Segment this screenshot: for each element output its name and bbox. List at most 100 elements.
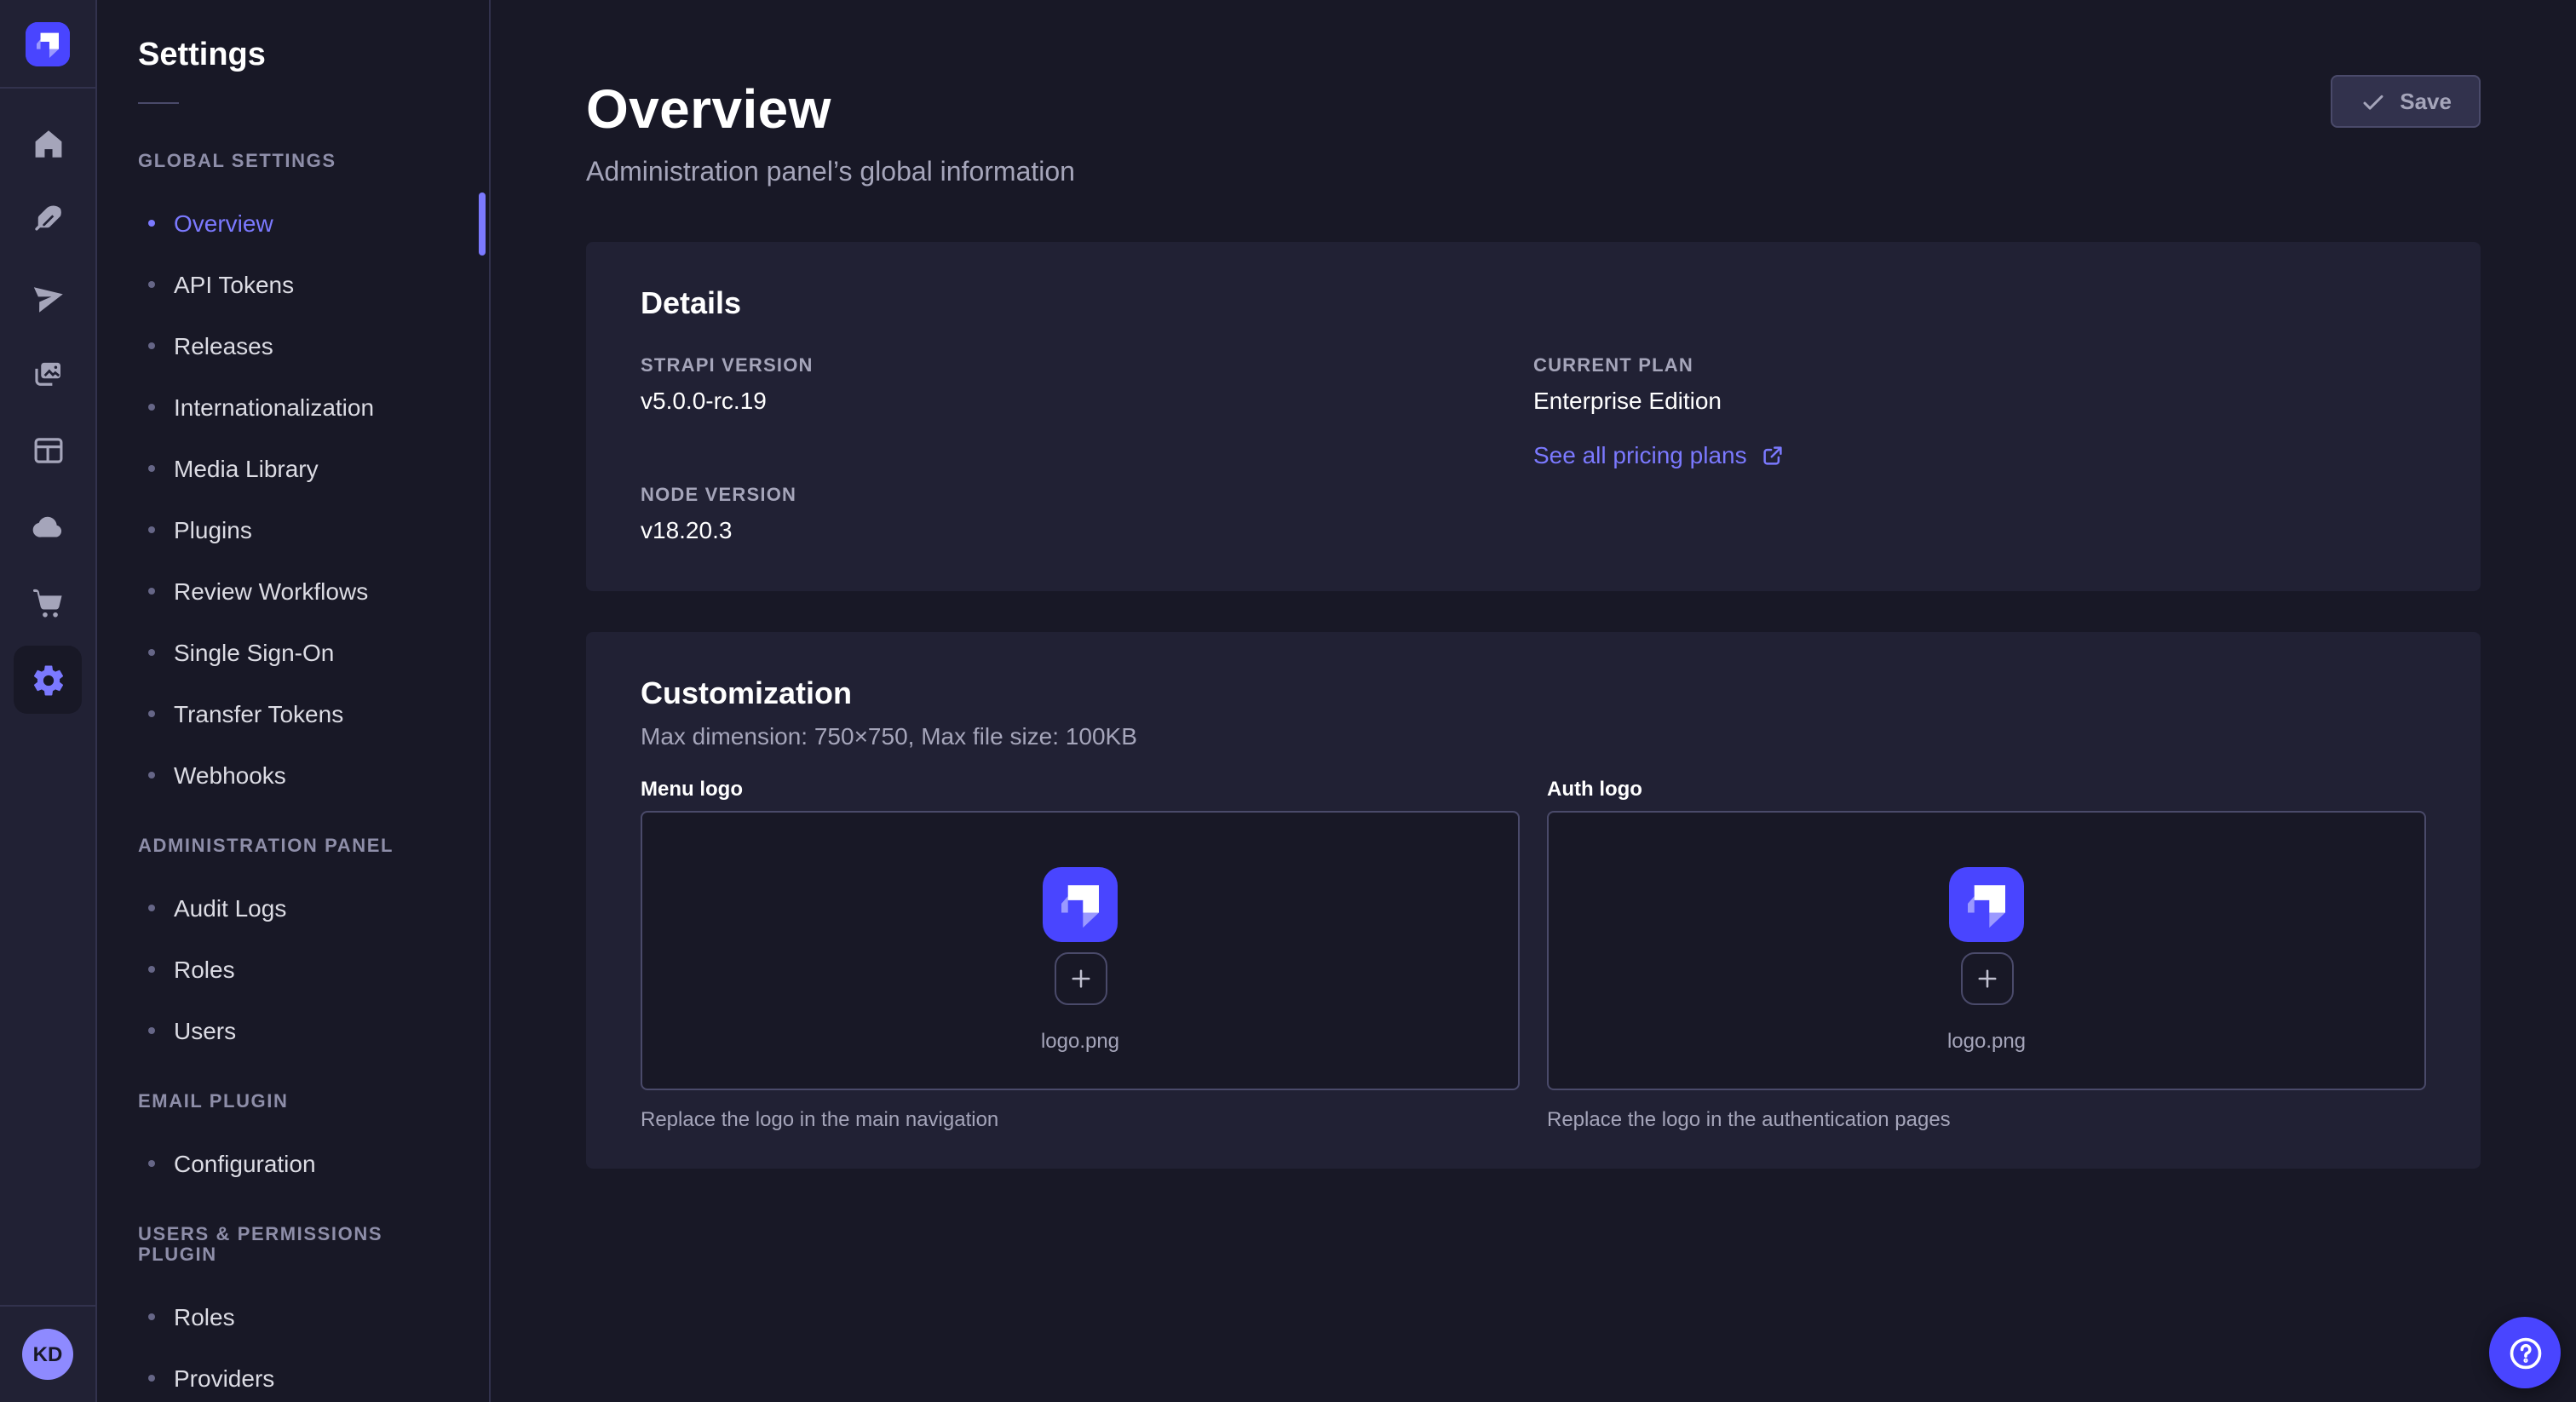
screen: KD Settings GLOBAL SETTINGSOverviewAPI T… <box>0 0 2576 1402</box>
subnav-item-label: API Tokens <box>174 271 294 298</box>
subnav-item-internationalization[interactable]: Internationalization <box>138 390 462 424</box>
subnav-section-header: EMAIL PLUGIN <box>138 1092 462 1112</box>
subnav-item-label: Transfer Tokens <box>174 700 343 727</box>
bullet-icon <box>148 1313 155 1320</box>
subnav-item-audit-logs[interactable]: Audit Logs <box>138 891 462 925</box>
subnav-item-single-sign-on[interactable]: Single Sign-On <box>138 635 462 669</box>
main-nav-icons <box>14 89 82 1305</box>
subnav-item-label: Plugins <box>174 516 252 543</box>
bullet-icon <box>148 1160 155 1167</box>
subnav-item-review-workflows[interactable]: Review Workflows <box>138 574 462 608</box>
subnav-item-webhooks[interactable]: Webhooks <box>138 758 462 792</box>
auth-logo-upload-field: Auth logo logo.png Replace the logo in t… <box>1547 777 2426 1131</box>
subnav-item-label: Review Workflows <box>174 577 368 605</box>
strapi-logomark-icon <box>1043 866 1118 941</box>
bullet-icon <box>148 342 155 349</box>
subnav-item-transfer-tokens[interactable]: Transfer Tokens <box>138 697 462 731</box>
main-nav-footer: KD <box>0 1305 95 1402</box>
gear-icon <box>30 662 66 698</box>
subnav-item-roles[interactable]: Roles <box>138 952 462 986</box>
plus-icon <box>1972 963 2001 992</box>
help-button[interactable] <box>2489 1317 2561 1388</box>
strapi-admin-app: KD Settings GLOBAL SETTINGSOverviewAPI T… <box>0 0 2576 1402</box>
subnav-item-plugins[interactable]: Plugins <box>138 513 462 547</box>
menu-logo-filename: logo.png <box>1041 1028 1119 1052</box>
menu-logo-dropzone[interactable]: logo.png <box>641 811 1520 1090</box>
subnav-item-configuration[interactable]: Configuration <box>138 1146 462 1181</box>
subnav-scrollbar-thumb[interactable] <box>479 192 486 256</box>
subnav-sections: GLOBAL SETTINGS Overview API Tokens Release… <box>97 104 489 1395</box>
main-nav-gear-button[interactable] <box>14 646 82 714</box>
details-card: Details STRAPI VERSION v5.0.0-rc.19 NODE… <box>586 242 2481 591</box>
field-label: STRAPI VERSION <box>641 356 1533 376</box>
subnav-item-label: Audit Logs <box>174 894 286 922</box>
bullet-icon <box>148 710 155 717</box>
bullet-icon <box>148 1027 155 1034</box>
auth-logo-dropzone[interactable]: logo.png <box>1547 811 2426 1090</box>
bullet-icon <box>148 905 155 911</box>
field-value: Enterprise Edition <box>1533 387 2426 414</box>
cart-icon <box>30 585 66 621</box>
save-button[interactable]: Save <box>2330 75 2481 128</box>
subnav-section: ADMINISTRATION PANELAudit LogsRolesUsers <box>138 836 462 1048</box>
bullet-icon <box>148 281 155 288</box>
main-nav-cloud-button[interactable] <box>14 492 82 560</box>
customization-card-title: Customization <box>641 676 2426 712</box>
save-button-label: Save <box>2400 89 2452 114</box>
details-right-column: CURRENT PLAN Enterprise Edition See all … <box>1533 356 2426 543</box>
settings-subnav: Settings GLOBAL SETTINGSOverviewAPI Toke… <box>97 0 491 1402</box>
node-version-field: NODE VERSION v18.20.3 <box>641 486 1533 543</box>
home-icon <box>30 125 66 161</box>
subnav-item-media-library[interactable]: Media Library <box>138 451 462 486</box>
subnav-item-label: Media Library <box>174 455 319 482</box>
page-header-text: Overview Administration panel’s global i… <box>586 78 1075 189</box>
subnav-item-providers[interactable]: Providers <box>138 1361 462 1395</box>
subnav-section-header: USERS & PERMISSIONS PLUGIN <box>138 1225 462 1266</box>
subnav-item-roles[interactable]: Roles <box>138 1300 462 1334</box>
main-nav-images-button[interactable] <box>14 339 82 407</box>
subnav-section-header: GLOBAL SETTINGS <box>138 152 462 172</box>
strapi-logomark-icon <box>1949 866 2024 941</box>
bullet-icon <box>148 404 155 411</box>
menu-logo-add-button[interactable] <box>1054 951 1107 1004</box>
subnav-item-users[interactable]: Users <box>138 1014 462 1048</box>
pricing-plans-link-label: See all pricing plans <box>1533 441 1747 468</box>
main-nav-home-button[interactable] <box>14 109 82 177</box>
images-icon <box>30 355 66 391</box>
subnav-item-api-tokens[interactable]: API Tokens <box>138 267 462 302</box>
subnav-item-label: Internationalization <box>174 394 374 421</box>
customization-subtitle: Max dimension: 750×750, Max file size: 1… <box>641 722 2426 750</box>
field-value: v5.0.0-rc.19 <box>641 387 1533 414</box>
subnav-item-label: Configuration <box>174 1150 316 1177</box>
avatar[interactable]: KD <box>22 1329 73 1380</box>
strapi-version-field: STRAPI VERSION v5.0.0-rc.19 <box>641 356 1533 414</box>
feather-icon <box>30 202 66 238</box>
bullet-icon <box>148 1375 155 1382</box>
main-nav-feather-button[interactable] <box>14 186 82 254</box>
external-link-icon <box>1761 442 1786 468</box>
bullet-icon <box>148 772 155 779</box>
page-header: Overview Administration panel’s global i… <box>586 0 2481 189</box>
field-label: CURRENT PLAN <box>1533 356 2426 376</box>
customization-card: Customization Max dimension: 750×750, Ma… <box>586 632 2481 1169</box>
menu-logo-label: Menu logo <box>641 777 1520 801</box>
subnav-item-label: Roles <box>174 1303 235 1330</box>
main-nav-layout-button[interactable] <box>14 416 82 484</box>
pricing-plans-link[interactable]: See all pricing plans <box>1533 441 1786 468</box>
subnav-item-overview[interactable]: Overview <box>138 206 462 240</box>
bullet-icon <box>148 966 155 973</box>
subnav-item-label: Single Sign-On <box>174 639 334 666</box>
main-nav-paper-plane-button[interactable] <box>14 262 82 330</box>
bullet-icon <box>148 220 155 227</box>
main-nav-cart-button[interactable] <box>14 569 82 637</box>
auth-logo-label: Auth logo <box>1547 777 2426 801</box>
question-mark-icon <box>2505 1333 2544 1372</box>
bullet-icon <box>148 649 155 656</box>
auth-logo-caption: Replace the logo in the authentication p… <box>1547 1107 2426 1131</box>
strapi-logo[interactable] <box>26 21 70 66</box>
field-label: NODE VERSION <box>641 486 1533 506</box>
details-card-title: Details <box>641 286 2426 322</box>
bullet-icon <box>148 465 155 472</box>
auth-logo-add-button[interactable] <box>1960 951 2013 1004</box>
subnav-item-releases[interactable]: Releases <box>138 329 462 363</box>
